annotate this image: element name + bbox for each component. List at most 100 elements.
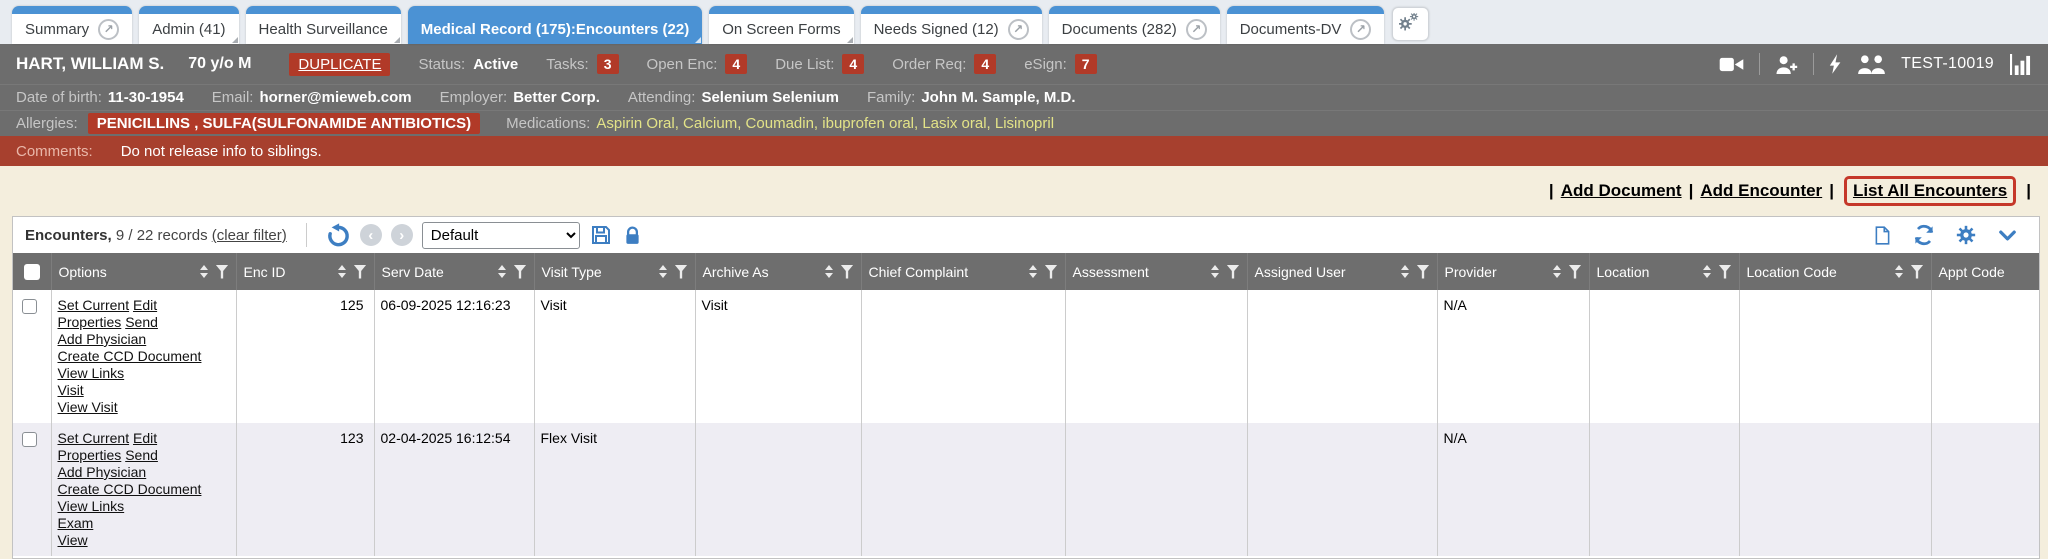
filter-icon[interactable] <box>1227 265 1240 279</box>
option-link-properties[interactable]: Properties <box>58 447 122 463</box>
sort-icon[interactable] <box>1895 265 1903 278</box>
option-link-add-physician[interactable]: Add Physician <box>58 331 147 347</box>
tab-medical-record-175-encounters-22[interactable]: Medical Record (175):Encounters (22) <box>408 6 702 44</box>
sort-icon[interactable] <box>1703 265 1711 278</box>
filter-icon[interactable] <box>1719 265 1732 279</box>
option-link-edit[interactable]: Edit <box>133 297 157 313</box>
encounters-title: Encounters, 9 / 22 records (clear filter… <box>25 227 287 244</box>
save-icon[interactable] <box>589 223 613 247</box>
select-all-checkbox[interactable] <box>24 264 40 280</box>
patient-id: TEST-10019 <box>1901 55 1994 73</box>
column-header-archive-as[interactable]: Archive As <box>695 253 861 290</box>
column-header-location-code[interactable]: Location Code <box>1739 253 1931 290</box>
video-call-icon[interactable] <box>1719 56 1744 73</box>
option-link-edit[interactable]: Edit <box>133 430 157 446</box>
patients-icon[interactable] <box>1857 54 1886 75</box>
refresh-icon[interactable] <box>1912 223 1936 247</box>
view-select[interactable]: Default <box>422 222 580 249</box>
counter-due-list: Due List:4 <box>775 54 864 74</box>
sort-icon[interactable] <box>1401 265 1409 278</box>
filter-icon[interactable] <box>1417 265 1430 279</box>
filter-icon[interactable] <box>1911 265 1924 279</box>
sort-icon[interactable] <box>825 265 833 278</box>
option-link-set-current[interactable]: Set Current <box>58 430 130 446</box>
filter-icon[interactable] <box>1569 265 1582 279</box>
lightning-icon[interactable] <box>1829 54 1842 74</box>
column-header-assigned-user[interactable]: Assigned User <box>1247 253 1437 290</box>
undo-icon[interactable] <box>326 223 351 248</box>
column-header-serv-date[interactable]: Serv Date <box>374 253 534 290</box>
open-new-window-icon[interactable]: ↗ <box>1008 19 1029 40</box>
collapse-icon[interactable] <box>1996 224 2019 247</box>
filter-icon[interactable] <box>354 265 367 279</box>
chart-icon[interactable] <box>2009 54 2032 75</box>
counter-badge[interactable]: 4 <box>725 54 747 74</box>
column-header-visit-type[interactable]: Visit Type <box>534 253 695 290</box>
sort-icon[interactable] <box>1029 265 1037 278</box>
sort-icon[interactable] <box>338 265 346 278</box>
tab-summary[interactable]: Summary↗ <box>12 6 132 44</box>
row-checkbox[interactable] <box>22 299 37 314</box>
link-add-document[interactable]: Add Document <box>1561 181 1682 201</box>
open-new-window-icon[interactable]: ↗ <box>1186 19 1207 40</box>
option-link-send[interactable]: Send <box>125 447 158 463</box>
open-new-window-icon[interactable]: ↗ <box>1350 19 1371 40</box>
column-header-chief-complaint[interactable]: Chief Complaint <box>861 253 1065 290</box>
option-link-view-links[interactable]: View Links <box>58 365 125 381</box>
sort-icon[interactable] <box>659 265 667 278</box>
option-link-exam[interactable]: Exam <box>58 515 94 531</box>
filter-icon[interactable] <box>216 265 229 279</box>
option-link-create-ccd-document[interactable]: Create CCD Document <box>58 348 202 364</box>
column-header-provider[interactable]: Provider <box>1437 253 1589 290</box>
option-link-set-current[interactable]: Set Current <box>58 297 130 313</box>
column-header-appt-code[interactable]: Appt Code <box>1931 253 2039 290</box>
filter-icon[interactable] <box>841 265 854 279</box>
tab-needs-signed-12[interactable]: Needs Signed (12) ↗ <box>861 6 1042 44</box>
new-document-icon[interactable] <box>1872 224 1893 247</box>
counter-badge[interactable]: 7 <box>1075 54 1097 74</box>
sort-icon[interactable] <box>498 265 506 278</box>
option-link-properties[interactable]: Properties <box>58 314 122 330</box>
column-header-location[interactable]: Location <box>1589 253 1739 290</box>
column-header-options[interactable]: Options <box>51 253 236 290</box>
option-link-view-visit[interactable]: View Visit <box>58 399 118 415</box>
counter-badge[interactable]: 4 <box>974 54 996 74</box>
counter-label: Tasks: <box>546 56 589 73</box>
option-link-view-links[interactable]: View Links <box>58 498 125 514</box>
tab-documents-282[interactable]: Documents (282)↗ <box>1049 6 1220 44</box>
counter-badge[interactable]: 4 <box>842 54 864 74</box>
option-link-create-ccd-document[interactable]: Create CCD Document <box>58 481 202 497</box>
add-person-icon[interactable] <box>1775 54 1798 75</box>
link-add-encounter[interactable]: Add Encounter <box>1700 181 1822 201</box>
tab-documents-dv[interactable]: Documents-DV↗ <box>1227 6 1385 44</box>
sort-icon[interactable] <box>1553 265 1561 278</box>
filter-icon[interactable] <box>1045 265 1058 279</box>
option-link-send[interactable]: Send <box>125 314 158 330</box>
filter-icon[interactable] <box>514 265 527 279</box>
column-header-assessment[interactable]: Assessment <box>1065 253 1247 290</box>
tab-health-surveillance[interactable]: Health Surveillance <box>246 6 401 44</box>
counter-badge[interactable]: 3 <box>597 54 619 74</box>
lock-icon[interactable] <box>622 224 643 247</box>
option-link-view[interactable]: View <box>58 532 88 548</box>
sort-icon[interactable] <box>1211 265 1219 278</box>
tab-on-screen-forms[interactable]: On Screen Forms <box>709 6 853 44</box>
duplicate-badge[interactable]: DUPLICATE <box>289 53 390 76</box>
tab-label: Needs Signed (12) <box>874 21 999 38</box>
clear-filter-link[interactable]: (clear filter) <box>212 227 287 244</box>
gear-icon[interactable] <box>1955 224 1977 246</box>
nav-back-icon[interactable]: ‹ <box>360 224 382 246</box>
tab-admin-41[interactable]: Admin (41) <box>139 6 238 44</box>
option-link-visit[interactable]: Visit <box>58 382 84 398</box>
filter-icon[interactable] <box>675 265 688 279</box>
column-header-enc-id[interactable]: Enc ID <box>236 253 374 290</box>
sort-icon[interactable] <box>200 265 208 278</box>
allergies-badge[interactable]: PENICILLINS , SULFA(SULFONAMIDE ANTIBIOT… <box>88 113 480 134</box>
nav-forward-icon[interactable]: › <box>391 224 413 246</box>
column-label: Assessment <box>1073 264 1149 280</box>
option-link-add-physician[interactable]: Add Physician <box>58 464 147 480</box>
row-checkbox[interactable] <box>22 432 37 447</box>
open-new-window-icon[interactable]: ↗ <box>98 19 119 40</box>
tab-settings-button[interactable] <box>1392 7 1429 41</box>
link-list-all-encounters[interactable]: List All Encounters <box>1853 181 2007 200</box>
